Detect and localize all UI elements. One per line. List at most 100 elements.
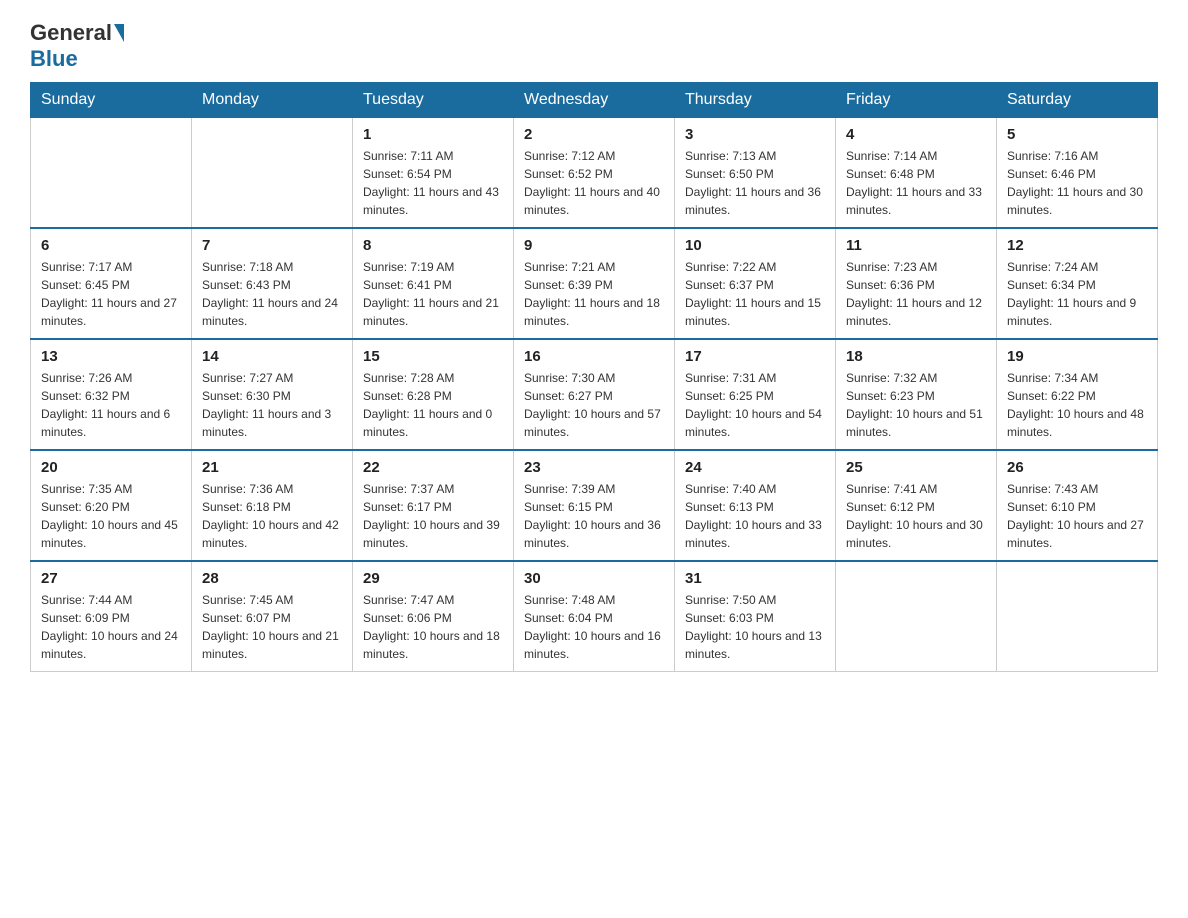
calendar-cell: 8 Sunrise: 7:19 AMSunset: 6:41 PMDaylight… — [353, 228, 514, 339]
day-info: Sunrise: 7:16 AMSunset: 6:46 PMDaylight:… — [1007, 147, 1147, 219]
day-number: 8 — [363, 237, 503, 254]
calendar-cell: 22 Sunrise: 7:37 AMSunset: 6:17 PMDayligh… — [353, 450, 514, 561]
calendar-week-row: 13 Sunrise: 7:26 AMSunset: 6:32 PMDayligh… — [31, 339, 1158, 450]
calendar-day-header: Wednesday — [514, 83, 675, 118]
calendar-cell: 29Sunrise: 7:47 AMSunset: 6:06 PMDayligh… — [353, 561, 514, 672]
calendar-cell: 23Sunrise: 7:39 AMSunset: 6:15 PMDayligh… — [514, 450, 675, 561]
logo: General Blue — [30, 20, 126, 72]
calendar-cell — [836, 561, 997, 672]
day-number: 6 — [41, 237, 181, 254]
day-info: Sunrise: 7:43 AMSunset: 6:10 PMDaylight:… — [1007, 480, 1147, 552]
calendar-cell — [192, 118, 353, 229]
day-info: Sunrise: 7:12 AMSunset: 6:52 PMDaylight:… — [524, 147, 664, 219]
calendar-cell: 30Sunrise: 7:48 AMSunset: 6:04 PMDayligh… — [514, 561, 675, 672]
day-info: Sunrise: 7:37 AMSunset: 6:17 PMDaylight:… — [363, 480, 503, 552]
day-number: 3 — [685, 126, 825, 143]
day-number: 27 — [41, 570, 181, 587]
calendar-cell: 1 Sunrise: 7:11 AMSunset: 6:54 PMDaylight… — [353, 118, 514, 229]
day-info: Sunrise: 7:13 AMSunset: 6:50 PMDaylight:… — [685, 147, 825, 219]
day-number: 22 — [363, 459, 503, 476]
day-info: Sunrise: 7:17 AMSunset: 6:45 PMDaylight:… — [41, 258, 181, 330]
day-info: Sunrise: 7:47 AMSunset: 6:06 PMDaylight:… — [363, 591, 503, 663]
calendar-cell: 15Sunrise: 7:28 AMSunset: 6:28 PMDayligh… — [353, 339, 514, 450]
calendar-cell: 25 Sunrise: 7:41 AMSunset: 6:12 PMDayligh… — [836, 450, 997, 561]
day-number: 7 — [202, 237, 342, 254]
day-info: Sunrise: 7:11 AMSunset: 6:54 PMDaylight:… — [363, 147, 503, 219]
day-number: 20 — [41, 459, 181, 476]
day-info: Sunrise: 7:23 AMSunset: 6:36 PMDaylight:… — [846, 258, 986, 330]
calendar-day-header: Monday — [192, 83, 353, 118]
calendar-cell: 16Sunrise: 7:30 AMSunset: 6:27 PMDayligh… — [514, 339, 675, 450]
day-info: Sunrise: 7:30 AMSunset: 6:27 PMDaylight:… — [524, 369, 664, 441]
day-number: 18 — [846, 348, 986, 365]
day-number: 5 — [1007, 126, 1147, 143]
calendar-table: SundayMondayTuesdayWednesdayThursdayFrid… — [30, 82, 1158, 672]
day-info: Sunrise: 7:48 AMSunset: 6:04 PMDaylight:… — [524, 591, 664, 663]
day-info: Sunrise: 7:18 AMSunset: 6:43 PMDaylight:… — [202, 258, 342, 330]
day-info: Sunrise: 7:44 AMSunset: 6:09 PMDaylight:… — [41, 591, 181, 663]
calendar-cell: 14 Sunrise: 7:27 AMSunset: 6:30 PMDayligh… — [192, 339, 353, 450]
logo-blue-text: Blue — [30, 46, 78, 72]
calendar-cell: 13 Sunrise: 7:26 AMSunset: 6:32 PMDayligh… — [31, 339, 192, 450]
day-info: Sunrise: 7:32 AMSunset: 6:23 PMDaylight:… — [846, 369, 986, 441]
calendar-cell: 28Sunrise: 7:45 AMSunset: 6:07 PMDayligh… — [192, 561, 353, 672]
day-number: 17 — [685, 348, 825, 365]
day-info: Sunrise: 7:14 AMSunset: 6:48 PMDaylight:… — [846, 147, 986, 219]
calendar-header-row: SundayMondayTuesdayWednesdayThursdayFrid… — [31, 83, 1158, 118]
day-info: Sunrise: 7:27 AMSunset: 6:30 PMDaylight:… — [202, 369, 342, 441]
day-number: 13 — [41, 348, 181, 365]
calendar-cell: 10 Sunrise: 7:22 AMSunset: 6:37 PMDayligh… — [675, 228, 836, 339]
day-info: Sunrise: 7:26 AMSunset: 6:32 PMDaylight:… — [41, 369, 181, 441]
day-number: 25 — [846, 459, 986, 476]
day-info: Sunrise: 7:40 AMSunset: 6:13 PMDaylight:… — [685, 480, 825, 552]
day-info: Sunrise: 7:24 AMSunset: 6:34 PMDaylight:… — [1007, 258, 1147, 330]
day-number: 21 — [202, 459, 342, 476]
calendar-week-row: 27 Sunrise: 7:44 AMSunset: 6:09 PMDayligh… — [31, 561, 1158, 672]
calendar-cell: 21Sunrise: 7:36 AMSunset: 6:18 PMDayligh… — [192, 450, 353, 561]
day-info: Sunrise: 7:45 AMSunset: 6:07 PMDaylight:… — [202, 591, 342, 663]
calendar-week-row: 20Sunrise: 7:35 AMSunset: 6:20 PMDayligh… — [31, 450, 1158, 561]
day-number: 26 — [1007, 459, 1147, 476]
day-number: 14 — [202, 348, 342, 365]
day-info: Sunrise: 7:22 AMSunset: 6:37 PMDaylight:… — [685, 258, 825, 330]
calendar-cell — [31, 118, 192, 229]
day-number: 11 — [846, 237, 986, 254]
day-number: 24 — [685, 459, 825, 476]
page-header: General Blue — [30, 20, 1158, 72]
calendar-day-header: Tuesday — [353, 83, 514, 118]
day-info: Sunrise: 7:39 AMSunset: 6:15 PMDaylight:… — [524, 480, 664, 552]
calendar-cell: 3 Sunrise: 7:13 AMSunset: 6:50 PMDaylight… — [675, 118, 836, 229]
calendar-cell: 7 Sunrise: 7:18 AMSunset: 6:43 PMDaylight… — [192, 228, 353, 339]
calendar-cell: 19 Sunrise: 7:34 AMSunset: 6:22 PMDayligh… — [997, 339, 1158, 450]
calendar-cell: 18 Sunrise: 7:32 AMSunset: 6:23 PMDayligh… — [836, 339, 997, 450]
calendar-cell: 12 Sunrise: 7:24 AMSunset: 6:34 PMDayligh… — [997, 228, 1158, 339]
day-number: 4 — [846, 126, 986, 143]
day-number: 12 — [1007, 237, 1147, 254]
logo-general-text: General — [30, 20, 112, 46]
day-number: 19 — [1007, 348, 1147, 365]
day-info: Sunrise: 7:31 AMSunset: 6:25 PMDaylight:… — [685, 369, 825, 441]
day-info: Sunrise: 7:19 AMSunset: 6:41 PMDaylight:… — [363, 258, 503, 330]
calendar-cell: 24 Sunrise: 7:40 AMSunset: 6:13 PMDayligh… — [675, 450, 836, 561]
calendar-day-header: Friday — [836, 83, 997, 118]
day-number: 10 — [685, 237, 825, 254]
calendar-cell: 31Sunrise: 7:50 AMSunset: 6:03 PMDayligh… — [675, 561, 836, 672]
day-info: Sunrise: 7:34 AMSunset: 6:22 PMDaylight:… — [1007, 369, 1147, 441]
calendar-cell: 6 Sunrise: 7:17 AMSunset: 6:45 PMDaylight… — [31, 228, 192, 339]
day-info: Sunrise: 7:28 AMSunset: 6:28 PMDaylight:… — [363, 369, 503, 441]
day-info: Sunrise: 7:41 AMSunset: 6:12 PMDaylight:… — [846, 480, 986, 552]
day-number: 31 — [685, 570, 825, 587]
calendar-cell: 26 Sunrise: 7:43 AMSunset: 6:10 PMDayligh… — [997, 450, 1158, 561]
calendar-cell: 20Sunrise: 7:35 AMSunset: 6:20 PMDayligh… — [31, 450, 192, 561]
calendar-cell: 5 Sunrise: 7:16 AMSunset: 6:46 PMDaylight… — [997, 118, 1158, 229]
calendar-cell: 2 Sunrise: 7:12 AMSunset: 6:52 PMDaylight… — [514, 118, 675, 229]
day-number: 1 — [363, 126, 503, 143]
day-info: Sunrise: 7:21 AMSunset: 6:39 PMDaylight:… — [524, 258, 664, 330]
calendar-day-header: Saturday — [997, 83, 1158, 118]
calendar-cell: 9Sunrise: 7:21 AMSunset: 6:39 PMDaylight… — [514, 228, 675, 339]
day-number: 2 — [524, 126, 664, 143]
calendar-cell: 17 Sunrise: 7:31 AMSunset: 6:25 PMDayligh… — [675, 339, 836, 450]
calendar-week-row: 1 Sunrise: 7:11 AMSunset: 6:54 PMDaylight… — [31, 118, 1158, 229]
calendar-cell — [997, 561, 1158, 672]
calendar-cell: 27 Sunrise: 7:44 AMSunset: 6:09 PMDayligh… — [31, 561, 192, 672]
